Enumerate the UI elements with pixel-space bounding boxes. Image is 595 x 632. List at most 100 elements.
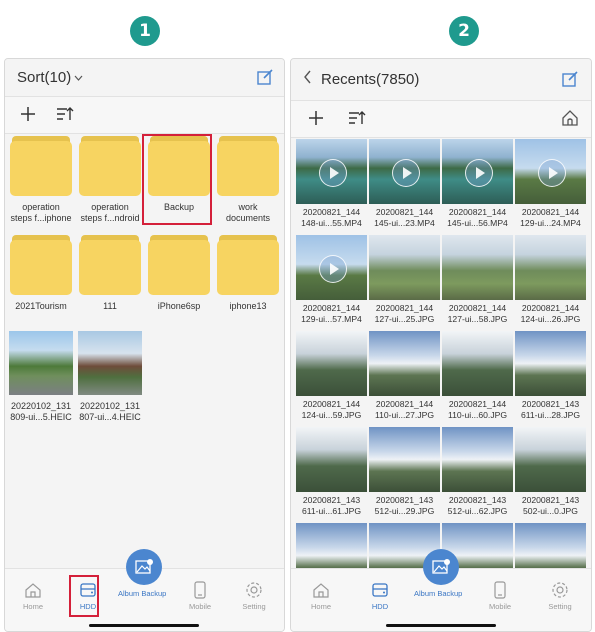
folder-icon xyxy=(148,235,210,295)
back-chevron-icon[interactable] xyxy=(303,70,312,89)
video-thumbnail[interactable] xyxy=(442,139,513,204)
image-upload-icon xyxy=(432,559,450,580)
sort-order-icon[interactable] xyxy=(55,106,75,127)
media-filename: 20200821_144 129-ui...57.MP4 xyxy=(301,303,362,324)
photo-thumbnail[interactable] xyxy=(369,235,440,300)
bottom-nav: Home HDD Album Backup Mobile Setting xyxy=(291,549,591,631)
photo-thumbnail[interactable] xyxy=(442,427,513,492)
video-thumbnail[interactable] xyxy=(296,235,367,300)
chevron-down-icon[interactable] xyxy=(74,68,83,86)
folder-body xyxy=(217,240,279,295)
folder-label: operation steps f...iphone xyxy=(10,202,72,223)
photo-thumbnail[interactable] xyxy=(78,331,142,395)
folder-body xyxy=(148,240,210,295)
photo-thumbnail[interactable] xyxy=(296,523,367,569)
nav-hdd-label: HDD xyxy=(371,602,389,611)
photo-filename: 20220102_131 809-ui...5.HEIC xyxy=(10,401,72,422)
folder-icon xyxy=(10,136,72,196)
left-phone-screen: Sort(10) operation steps f...iphone operat… xyxy=(4,58,285,632)
nav-home-label: Home xyxy=(310,602,331,611)
folder-body xyxy=(217,141,279,196)
add-icon[interactable] xyxy=(307,109,325,132)
folder-label: operation steps f...ndroid xyxy=(80,202,140,223)
photo-thumbnail[interactable] xyxy=(515,331,586,396)
folder-item[interactable]: 2021Tourism xyxy=(9,235,73,312)
home-icon xyxy=(8,581,58,599)
sort-order-icon[interactable] xyxy=(347,110,367,131)
folder-body xyxy=(79,240,141,295)
play-icon xyxy=(538,159,566,187)
bottom-nav: Home HDD Album Backup Mobile Setting xyxy=(5,549,284,631)
nav-setting-label: Setting xyxy=(548,602,572,611)
media-filename: 20200821_143 512-ui...29.JPG xyxy=(374,495,435,516)
media-filename: 20200821_144 129-ui...24.MP4 xyxy=(520,207,581,228)
gear-icon xyxy=(229,581,279,599)
right-phone-screen: Recents(7850) 20200821_144 148-ui...55.MP… xyxy=(290,58,592,632)
nav-setting[interactable]: Setting xyxy=(535,581,585,611)
video-thumbnail[interactable] xyxy=(515,139,586,204)
add-icon[interactable] xyxy=(19,105,37,128)
video-thumbnail[interactable] xyxy=(296,139,367,204)
folder-icon xyxy=(79,136,141,196)
folder-icon xyxy=(10,235,72,295)
media-filename: 20200821_144 127-ui...25.JPG xyxy=(374,303,435,324)
home-indicator xyxy=(89,624,199,627)
folder-label: 2021Tourism xyxy=(15,301,67,311)
photo-thumbnail[interactable] xyxy=(296,331,367,396)
photo-thumbnail[interactable] xyxy=(515,427,586,492)
edit-icon[interactable] xyxy=(562,71,579,92)
folder-item[interactable]: operation steps f...iphone xyxy=(9,136,73,224)
photo-thumbnail[interactable] xyxy=(9,331,73,395)
photo-thumbnail[interactable] xyxy=(369,427,440,492)
media-filename: 20200821_144 110-ui...60.JPG xyxy=(447,399,508,420)
album-backup-button[interactable] xyxy=(423,549,459,585)
folder-item[interactable]: 111 xyxy=(78,235,142,312)
photo-thumbnail[interactable] xyxy=(515,235,586,300)
nav-home[interactable]: Home xyxy=(8,581,58,611)
nav-mobile[interactable]: Mobile xyxy=(175,581,225,611)
nav-mobile-label: Mobile xyxy=(488,602,512,611)
step-badge-1: 1 xyxy=(130,16,160,46)
nav-mobile[interactable]: Mobile xyxy=(475,581,525,611)
folder-body xyxy=(79,141,141,196)
video-thumbnail[interactable] xyxy=(369,139,440,204)
nav-hdd[interactable]: HDD xyxy=(355,581,405,611)
folder-icon xyxy=(79,235,141,295)
folder-body xyxy=(10,240,72,295)
photo-thumbnail[interactable] xyxy=(515,523,586,569)
mobile-icon xyxy=(475,581,525,599)
folder-item[interactable]: work documents xyxy=(216,136,280,224)
nav-setting[interactable]: Setting xyxy=(229,581,279,611)
play-icon xyxy=(392,159,420,187)
folder-item[interactable]: operation steps f...ndroid xyxy=(78,136,142,224)
backup-highlight-box xyxy=(142,134,212,225)
play-icon xyxy=(319,255,347,283)
edit-icon[interactable] xyxy=(257,69,274,90)
photo-thumbnail[interactable] xyxy=(369,331,440,396)
folder-label: iPhone6sp xyxy=(157,301,201,311)
top-bar: Recents(7850) xyxy=(291,59,591,99)
folder-item[interactable]: iphone13 xyxy=(216,235,280,312)
media-filename: 20200821_144 124-ui...26.JPG xyxy=(520,303,581,324)
hdd-highlight-box xyxy=(69,575,99,617)
hdd-icon xyxy=(355,581,405,599)
home-icon xyxy=(296,581,346,599)
media-filename: 20200821_143 611-ui...61.JPG xyxy=(301,495,362,516)
media-filename: 20200821_144 148-ui...55.MP4 xyxy=(301,207,362,228)
media-filename: 20200821_144 124-ui...59.JPG xyxy=(301,399,362,420)
photo-thumbnail[interactable] xyxy=(442,331,513,396)
photo-thumbnail[interactable] xyxy=(296,427,367,492)
photo-thumbnail[interactable] xyxy=(442,235,513,300)
photo-filename: 20220102_131 807-ui...4.HEIC xyxy=(79,401,141,422)
nav-mobile-label: Mobile xyxy=(188,602,212,611)
top-bar: Sort(10) xyxy=(5,59,284,95)
album-backup-label: Album Backup xyxy=(118,589,167,598)
home-folder-icon[interactable] xyxy=(561,109,579,132)
nav-home[interactable]: Home xyxy=(296,581,346,611)
album-backup-button[interactable] xyxy=(126,549,162,585)
album-backup-label: Album Backup xyxy=(414,589,463,598)
sort-title[interactable]: Sort(10) xyxy=(17,69,71,86)
toolbar xyxy=(5,96,284,134)
play-icon xyxy=(319,159,347,187)
folder-item[interactable]: iPhone6sp xyxy=(147,235,211,312)
